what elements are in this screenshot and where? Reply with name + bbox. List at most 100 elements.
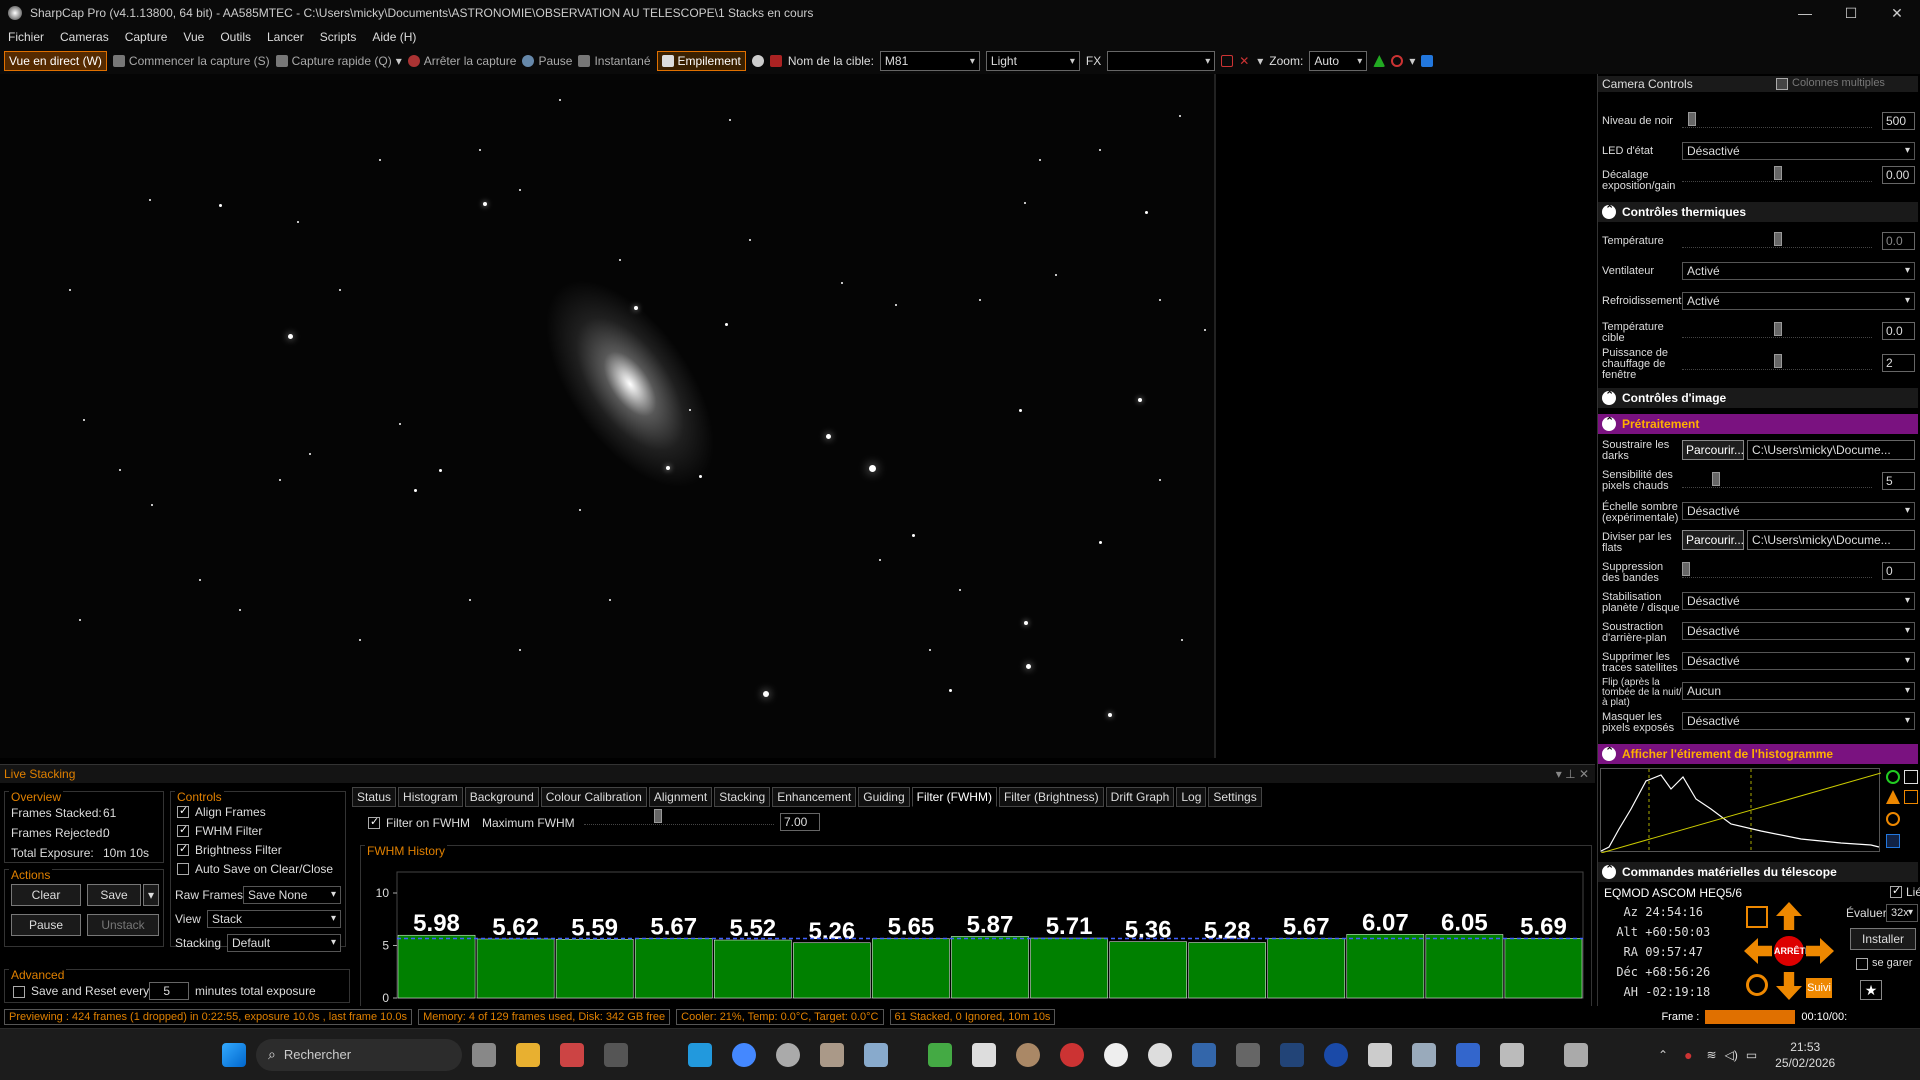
led-select[interactable]: Désactivé — [1682, 142, 1915, 160]
image-controls-header[interactable]: Contrôles d'image — [1598, 388, 1918, 408]
banding-value[interactable]: 0 — [1882, 562, 1915, 580]
flats-path-select[interactable]: C:\Users\micky\Docume... — [1747, 530, 1915, 550]
reset-icon[interactable] — [1886, 812, 1900, 826]
histogram-stretch-header[interactable]: Afficher l'étirement de l'histogramme — [1598, 744, 1918, 764]
heater-value[interactable]: 2 — [1882, 354, 1915, 372]
menu-vue[interactable]: Vue — [175, 30, 212, 44]
image-viewer[interactable] — [0, 74, 1216, 758]
app-icon-grid[interactable] — [1564, 1042, 1588, 1067]
auto-stretch-icon[interactable] — [1886, 770, 1900, 784]
lightning-icon[interactable] — [1886, 790, 1900, 804]
rate-select[interactable]: 32x — [1886, 904, 1918, 922]
slider-knob[interactable] — [1774, 354, 1782, 368]
app-icon-nasa[interactable] — [1324, 1042, 1348, 1067]
banding-slider[interactable] — [1682, 562, 1872, 578]
live-view-button[interactable]: Vue en direct (W) — [4, 51, 107, 71]
target-temp-slider[interactable] — [1682, 322, 1872, 338]
sharpcap-taskbar-icon[interactable] — [776, 1042, 800, 1067]
app-icon-doc[interactable] — [1500, 1042, 1524, 1067]
app-icon-c[interactable] — [1280, 1042, 1304, 1067]
minimize-button[interactable]: — — [1782, 0, 1828, 26]
multi-columns-checkbox[interactable] — [1776, 78, 1788, 90]
lock-icon[interactable] — [1904, 790, 1918, 804]
filter-on-fwhm-checkbox[interactable] — [368, 815, 380, 829]
app-icon-blue-1[interactable] — [688, 1042, 712, 1067]
maximize-button[interactable]: ☐ — [1828, 0, 1874, 26]
slider-knob[interactable] — [1774, 322, 1782, 336]
menu-fichier[interactable]: Fichier — [0, 30, 52, 44]
app-icon-cdc[interactable] — [1148, 1042, 1172, 1067]
file-explorer-icon[interactable] — [516, 1042, 540, 1067]
menu-outils[interactable]: Outils — [212, 30, 259, 44]
park-icon[interactable] — [1746, 974, 1768, 996]
app-icon-aps[interactable] — [1192, 1042, 1216, 1067]
tab-colour-calibration[interactable]: Colour Calibration — [540, 787, 647, 807]
app-icon-square[interactable] — [972, 1042, 996, 1067]
histogram-icon[interactable] — [1373, 55, 1386, 67]
favorites-star-icon[interactable]: ★ — [1860, 980, 1882, 1000]
reticle-icon[interactable] — [1391, 55, 1404, 67]
tab-settings[interactable]: Settings — [1208, 787, 1262, 807]
menu-scripts[interactable]: Scripts — [312, 30, 365, 44]
frame-type-select[interactable]: Light — [985, 51, 1080, 71]
darks-path-select[interactable]: C:\Users\micky\Docume... — [1747, 440, 1915, 460]
tab-filter-fwhm[interactable]: Filter (FWHM) — [911, 787, 997, 807]
task-view-icon[interactable] — [472, 1042, 496, 1067]
slider-knob[interactable] — [1712, 472, 1720, 486]
app-icon-graph[interactable] — [864, 1042, 888, 1067]
stop-slew-button[interactable]: ARRÊTE — [1774, 936, 1811, 966]
install-button[interactable]: Installer — [1850, 928, 1916, 950]
stacking-select[interactable]: Default — [227, 934, 341, 952]
tab-alignment[interactable]: Alignment — [648, 787, 713, 807]
tray-app-icon[interactable]: ● — [1684, 1047, 1692, 1063]
tracking-button[interactable]: Suivi — [1806, 978, 1832, 998]
heater-slider[interactable] — [1682, 354, 1872, 370]
fan-select[interactable]: Activé — [1682, 262, 1915, 280]
app-icon-f[interactable] — [1412, 1042, 1436, 1067]
slider-knob[interactable] — [1682, 562, 1690, 576]
stop-capture-button[interactable]: Arrêter la capture — [407, 54, 516, 68]
raw-frames-select[interactable]: Save None — [243, 886, 341, 904]
windows-start-icon[interactable] — [222, 1042, 246, 1067]
tab-guiding[interactable]: Guiding — [858, 787, 910, 807]
tray-chevron-icon[interactable]: ⌃ — [1658, 1048, 1668, 1062]
wifi-icon[interactable]: ≋ — [1707, 1048, 1717, 1062]
darks-browse-button[interactable]: Parcourir... — [1682, 440, 1744, 460]
background-subtraction-select[interactable]: Désactivé — [1682, 622, 1915, 640]
clear-button[interactable]: Clear — [11, 884, 81, 906]
app-icon-ts[interactable] — [1456, 1042, 1480, 1067]
zoom-select[interactable]: Auto — [1309, 51, 1368, 71]
cooling-select[interactable]: Activé — [1682, 292, 1915, 310]
app-icon-spiral[interactable] — [1104, 1042, 1128, 1067]
brightness-filter-checkbox[interactable] — [177, 842, 189, 856]
taskbar-search-box[interactable]: ⌕ Rechercher — [256, 1038, 462, 1071]
thermal-controls-header[interactable]: Contrôles thermiques — [1598, 202, 1918, 222]
tab-log[interactable]: Log — [1176, 787, 1207, 807]
hot-pixel-slider[interactable] — [1682, 472, 1872, 488]
selection-area-icon[interactable] — [1221, 55, 1234, 67]
black-level-slider[interactable] — [1682, 112, 1872, 128]
menu-aide[interactable]: Aide (H) — [364, 30, 424, 44]
save-reset-checkbox[interactable] — [13, 986, 25, 998]
max-fwhm-input[interactable]: 7.00 — [780, 813, 820, 831]
app-icon-planet[interactable] — [1060, 1042, 1084, 1067]
auto-save-checkbox[interactable] — [177, 863, 189, 875]
app-icon-camera[interactable] — [1368, 1042, 1392, 1067]
flip-select[interactable]: Aucun — [1682, 682, 1915, 700]
view-select[interactable]: Stack — [207, 910, 341, 928]
save-dropdown-button[interactable]: ▾ — [143, 884, 159, 906]
slider-knob[interactable] — [654, 809, 662, 823]
south-arrow-icon[interactable] — [1776, 972, 1802, 1000]
volume-icon[interactable]: ◁) — [1725, 1048, 1738, 1062]
app-icon-n[interactable] — [604, 1042, 628, 1067]
app-icon-red[interactable] — [560, 1042, 584, 1067]
crosshair-icon[interactable]: ✕ — [1239, 55, 1251, 67]
app-icon-box[interactable] — [820, 1042, 844, 1067]
west-arrow-icon[interactable] — [1744, 938, 1772, 964]
offset-value[interactable]: 0.00 — [1882, 166, 1915, 184]
battery-icon[interactable]: ▭ — [1746, 1048, 1757, 1062]
contrast-icon[interactable] — [1904, 770, 1918, 784]
quick-capture-button[interactable]: Capture rapide (Q) ▾ — [275, 54, 402, 68]
fx-select[interactable] — [1107, 51, 1216, 71]
app-icon-moon[interactable] — [1016, 1042, 1040, 1067]
